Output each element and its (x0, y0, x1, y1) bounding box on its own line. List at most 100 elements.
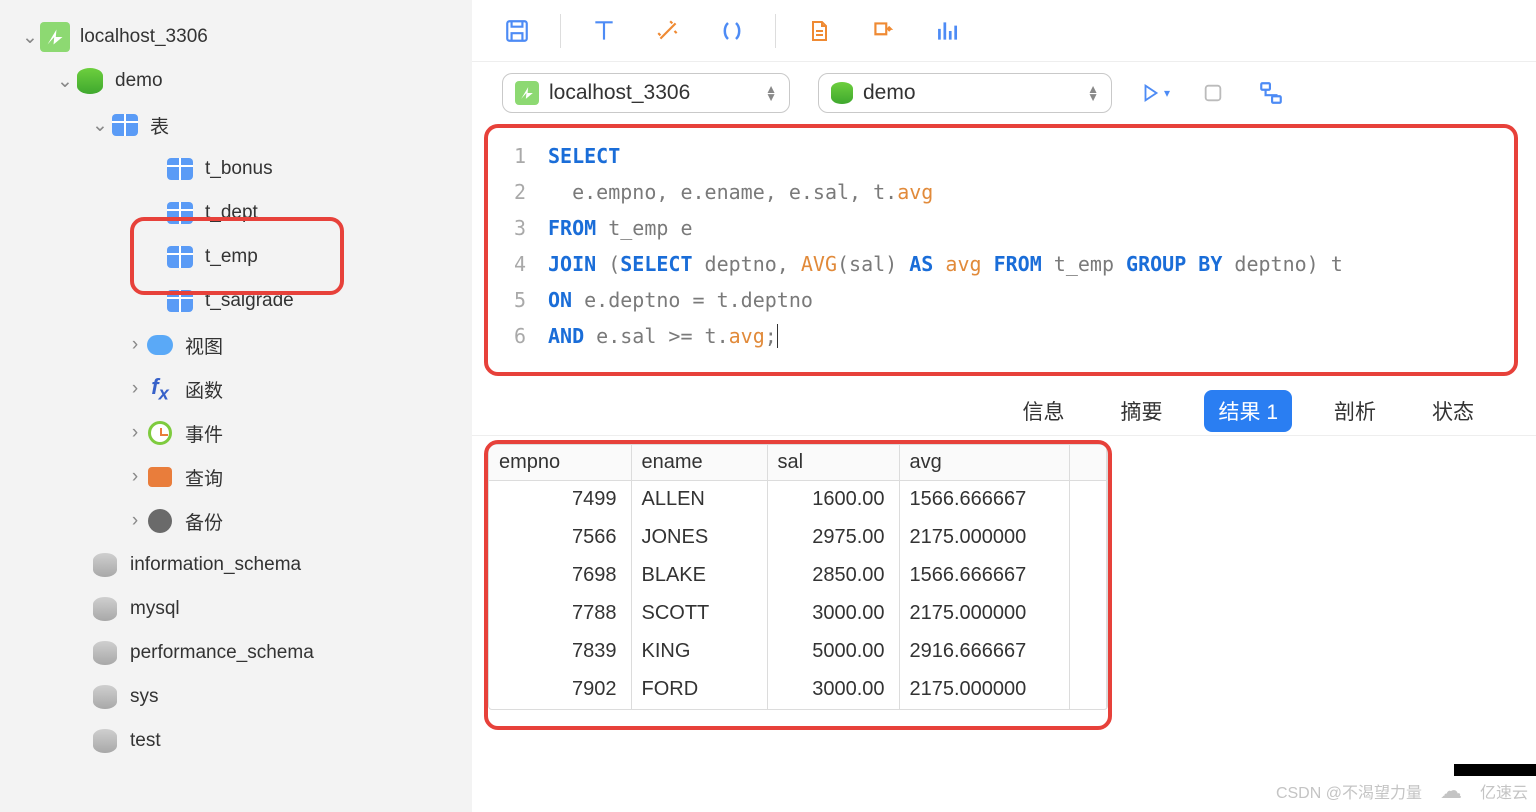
queries-icon (145, 462, 175, 492)
cell: 5000.00 (767, 633, 899, 671)
results-grid[interactable]: empnoenamesalavg 7499ALLEN1600.001566.66… (488, 444, 1108, 710)
table-row[interactable]: 7698BLAKE2850.001566.666667 (489, 557, 1107, 595)
table-label: t_dept (205, 202, 258, 224)
results-body: 7499ALLEN1600.001566.6666677566JONES2975… (489, 481, 1107, 709)
database-icon (75, 66, 105, 96)
tree-database-item[interactable]: sys (0, 675, 472, 719)
watermark-text-2: 亿速云 (1480, 779, 1528, 803)
tree-backup[interactable]: › 备份 (0, 499, 472, 543)
table-icon (165, 154, 195, 184)
chevron-right-icon: › (125, 510, 145, 532)
column-header[interactable]: sal (767, 445, 899, 481)
cell: 2175.000000 (899, 671, 1069, 709)
table-row[interactable]: 7499ALLEN1600.001566.666667 (489, 481, 1107, 519)
connection-dropdown[interactable]: localhost_3306 ▲▼ (502, 73, 790, 113)
database-label: demo (115, 70, 163, 92)
tab-result[interactable]: 结果 1 (1204, 390, 1292, 432)
cell: 2850.00 (767, 557, 899, 595)
views-label: 视图 (185, 332, 223, 359)
database-icon (831, 82, 853, 104)
decoration (1454, 764, 1536, 776)
table-row[interactable]: 7839KING5000.002916.666667 (489, 633, 1107, 671)
cell: 1600.00 (767, 481, 899, 519)
updown-icon: ▲▼ (765, 85, 777, 101)
chevron-down-icon: ⌄ (20, 26, 40, 49)
format-icon[interactable] (589, 16, 619, 46)
tree-events[interactable]: › 事件 (0, 411, 472, 455)
database-label: mysql (130, 598, 180, 620)
save-icon[interactable] (502, 16, 532, 46)
tab-status[interactable]: 状态 (1418, 390, 1488, 432)
cell: KING (631, 633, 767, 671)
tree-functions[interactable]: › fx 函数 (0, 367, 472, 411)
toolbar (472, 0, 1536, 62)
table-row[interactable]: 7566JONES2975.002175.000000 (489, 519, 1107, 557)
tree-table-item[interactable]: t_bonus (0, 147, 472, 191)
connection-icon (40, 22, 70, 52)
parentheses-icon[interactable] (717, 16, 747, 46)
backup-icon (145, 506, 175, 536)
magic-icon[interactable] (653, 16, 683, 46)
updown-icon: ▲▼ (1087, 85, 1099, 101)
tree-queries[interactable]: › 查询 (0, 455, 472, 499)
backup-label: 备份 (185, 508, 223, 535)
cell: 7902 (489, 671, 631, 709)
tree-connection[interactable]: ⌄ localhost_3306 (0, 15, 472, 59)
cell: 2175.000000 (899, 595, 1069, 633)
tree-table-item[interactable]: t_salgrade (0, 279, 472, 323)
database-icon (90, 682, 120, 712)
table-row[interactable]: 7788SCOTT3000.002175.000000 (489, 595, 1107, 633)
tab-info[interactable]: 信息 (1008, 390, 1078, 432)
sql-editor[interactable]: 123456 SELECT e.empno, e.ename, e.sal, t… (488, 128, 1514, 372)
column-header[interactable]: empno (489, 445, 631, 481)
tree-database-item[interactable]: information_schema (0, 543, 472, 587)
chevron-right-icon: › (125, 422, 145, 444)
tables-folder-label: 表 (150, 112, 169, 139)
cloud-icon: ☁ (1440, 778, 1462, 804)
table-label: t_emp (205, 246, 258, 268)
tree-database-item[interactable]: performance_schema (0, 631, 472, 675)
cell: SCOTT (631, 595, 767, 633)
stop-button[interactable] (1198, 78, 1228, 108)
tree-table-item[interactable]: t_dept (0, 191, 472, 235)
tree-table-item[interactable]: t_emp (0, 235, 472, 279)
tree-database-item[interactable]: mysql (0, 587, 472, 631)
connection-label: localhost_3306 (80, 26, 208, 48)
cell: 2975.00 (767, 519, 899, 557)
tree-database-item[interactable]: test (0, 719, 472, 763)
export-icon[interactable] (868, 16, 898, 46)
chevron-right-icon: › (125, 334, 145, 356)
chevron-down-icon: ⌄ (90, 114, 110, 137)
tab-summary[interactable]: 摘要 (1106, 390, 1176, 432)
sql-code[interactable]: SELECT e.empno, e.ename, e.sal, t.avg FR… (548, 138, 1514, 354)
column-header[interactable]: avg (899, 445, 1069, 481)
database-dropdown[interactable]: demo ▲▼ (818, 73, 1112, 113)
tree-views[interactable]: › 视图 (0, 323, 472, 367)
results-header-row: empnoenamesalavg (489, 445, 1107, 481)
explain-button[interactable] (1256, 78, 1286, 108)
table-icon (165, 286, 195, 316)
table-group-icon (110, 110, 140, 140)
results-wrap: empnoenamesalavg 7499ALLEN1600.001566.66… (488, 444, 1514, 710)
tree-database[interactable]: ⌄ demo (0, 59, 472, 103)
chevron-right-icon: › (125, 466, 145, 488)
column-header[interactable]: ename (631, 445, 767, 481)
cell: 3000.00 (767, 595, 899, 633)
chart-icon[interactable] (932, 16, 962, 46)
tab-profile[interactable]: 剖析 (1320, 390, 1390, 432)
run-button[interactable]: ▾ (1140, 78, 1170, 108)
sql-editor-wrap: 123456 SELECT e.empno, e.ename, e.sal, t… (488, 128, 1514, 372)
column-header-empty (1069, 445, 1107, 481)
functions-icon: fx (145, 374, 175, 404)
cell: 7566 (489, 519, 631, 557)
table-row[interactable]: 7902FORD3000.002175.000000 (489, 671, 1107, 709)
database-label: performance_schema (130, 642, 314, 664)
database-label: test (130, 730, 161, 752)
views-icon (145, 330, 175, 360)
document-icon[interactable] (804, 16, 834, 46)
tree-tables-folder[interactable]: ⌄ 表 (0, 103, 472, 147)
connection-selector-row: localhost_3306 ▲▼ demo ▲▼ ▾ (472, 62, 1536, 124)
queries-label: 查询 (185, 464, 223, 491)
cell: BLAKE (631, 557, 767, 595)
database-label: information_schema (130, 554, 301, 576)
